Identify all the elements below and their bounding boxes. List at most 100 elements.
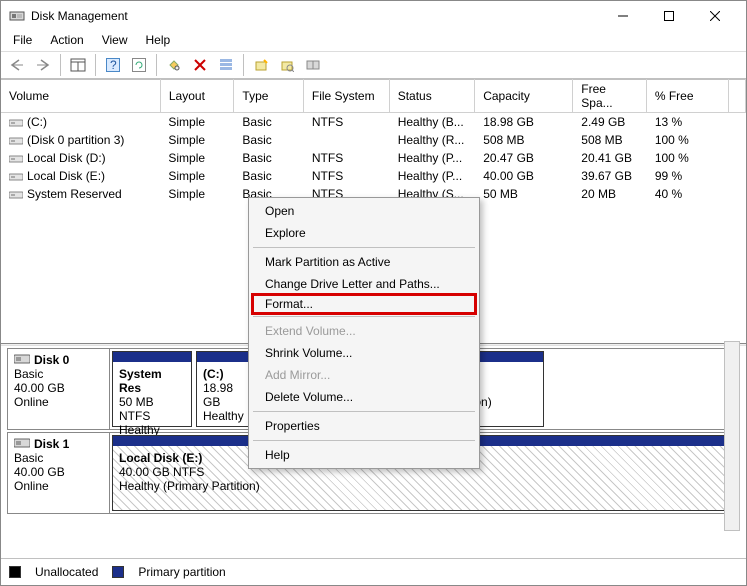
cell: Simple	[160, 185, 234, 203]
minimize-button[interactable]	[600, 1, 646, 31]
titlebar: Disk Management	[1, 1, 746, 31]
volume-icon	[9, 189, 23, 199]
menu-view[interactable]: View	[94, 31, 136, 51]
volume-name-label: System Reserved	[27, 187, 122, 201]
disk-type: Basic	[14, 367, 103, 381]
svg-text:?: ?	[110, 58, 117, 72]
context-menu: OpenExplore Mark Partition as ActiveChang…	[248, 197, 480, 469]
legend-primary-label: Primary partition	[138, 565, 225, 579]
column-header[interactable]: Capacity	[475, 80, 573, 113]
partition-box[interactable]: System Res50 MB NTFSHealthy (Sys	[112, 351, 192, 427]
column-header[interactable]: Volume	[1, 80, 160, 113]
volume-name-label: (Disk 0 partition 3)	[27, 133, 124, 147]
close-button[interactable]	[692, 1, 738, 31]
maximize-button[interactable]	[646, 1, 692, 31]
volume-row[interactable]: (C:)SimpleBasicNTFSHealthy (B...18.98 GB…	[1, 113, 746, 132]
disk-size: 40.00 GB	[14, 381, 103, 395]
volumes-table[interactable]: VolumeLayoutTypeFile SystemStatusCapacit…	[1, 79, 746, 203]
disk-label[interactable]: Disk 0Basic40.00 GBOnline	[8, 349, 110, 429]
column-header[interactable]: Layout	[160, 80, 234, 113]
cell: 20.41 GB	[573, 149, 647, 167]
volume-icon	[9, 171, 23, 181]
cell: Basic	[234, 113, 303, 132]
rescan-icon[interactable]	[275, 54, 299, 76]
volume-row[interactable]: Local Disk (D:)SimpleBasicNTFSHealthy (P…	[1, 149, 746, 167]
menu-divider	[253, 411, 475, 412]
unallocated-swatch	[9, 566, 21, 578]
menu-divider	[253, 440, 475, 441]
cell: 100 %	[646, 131, 728, 149]
help-icon[interactable]: ?	[101, 54, 125, 76]
disk-label[interactable]: Disk 1Basic40.00 GBOnline	[8, 433, 110, 513]
volume-row[interactable]: Local Disk (E:)SimpleBasicNTFSHealthy (P…	[1, 167, 746, 185]
cell: NTFS	[303, 149, 389, 167]
context-menu-item[interactable]: Delete Volume...	[251, 386, 477, 408]
volume-row[interactable]: (Disk 0 partition 3)SimpleBasicHealthy (…	[1, 131, 746, 149]
context-menu-item[interactable]: Properties	[251, 415, 477, 437]
cell: 40 %	[646, 185, 728, 203]
column-header[interactable]: File System	[303, 80, 389, 113]
context-menu-item-format[interactable]: Format...	[251, 293, 477, 315]
attach-vhd-icon[interactable]	[301, 54, 325, 76]
property-icon[interactable]	[162, 54, 186, 76]
column-header[interactable]: % Free	[646, 80, 728, 113]
partition-box[interactable]: (C:)18.98 GBHealthy	[196, 351, 256, 427]
cell: 39.67 GB	[573, 167, 647, 185]
forward-button[interactable]	[31, 54, 55, 76]
cell: Basic	[234, 149, 303, 167]
cell: NTFS	[303, 167, 389, 185]
window-title: Disk Management	[31, 9, 600, 23]
new-volume-icon[interactable]	[249, 54, 273, 76]
column-header[interactable]: Free Spa...	[573, 80, 647, 113]
cell: 13 %	[646, 113, 728, 132]
cell: 508 MB	[573, 131, 647, 149]
cell: Simple	[160, 131, 234, 149]
context-menu-item[interactable]: Help	[251, 444, 477, 466]
context-menu-item[interactable]: Mark Partition as Active	[251, 251, 477, 273]
cell: 18.98 GB	[475, 113, 573, 132]
disk-icon	[14, 353, 30, 367]
cell: 20 MB	[573, 185, 647, 203]
volume-icon	[9, 117, 23, 127]
refresh-icon[interactable]	[127, 54, 151, 76]
context-menu-item: Extend Volume...	[251, 320, 477, 342]
cell: 508 MB	[475, 131, 573, 149]
disk-icon	[14, 437, 30, 451]
menu-file[interactable]: File	[5, 31, 40, 51]
partition-status: Healthy (Primary Partition)	[119, 479, 730, 493]
cell: 20.47 GB	[475, 149, 573, 167]
legend-unallocated-label: Unallocated	[35, 565, 98, 579]
disk-mgmt-icon	[9, 8, 25, 24]
volume-icon	[9, 135, 23, 145]
volume-name-label: (C:)	[27, 115, 47, 129]
menu-divider	[253, 247, 475, 248]
delete-icon[interactable]	[188, 54, 212, 76]
cell: Simple	[160, 149, 234, 167]
menu-action[interactable]: Action	[42, 31, 91, 51]
context-menu-item[interactable]: Change Drive Letter and Paths...	[251, 273, 477, 295]
context-menu-item[interactable]: Open	[251, 200, 477, 222]
context-menu-item[interactable]: Explore	[251, 222, 477, 244]
partition-status: Healthy	[203, 409, 249, 423]
partition-label: (C:)	[203, 367, 249, 381]
separator	[95, 54, 96, 76]
vertical-scrollbar[interactable]	[724, 341, 740, 531]
menu-help[interactable]: Help	[138, 31, 179, 51]
separator	[156, 54, 157, 76]
cell: Basic	[234, 167, 303, 185]
cell: Simple	[160, 167, 234, 185]
volume-name-label: Local Disk (E:)	[27, 169, 105, 183]
column-header[interactable]: Status	[389, 80, 475, 113]
column-header[interactable]: Type	[234, 80, 303, 113]
cell: 99 %	[646, 167, 728, 185]
disk-size: 40.00 GB	[14, 465, 103, 479]
detail-pane-icon[interactable]	[66, 54, 90, 76]
back-button[interactable]	[5, 54, 29, 76]
separator	[243, 54, 244, 76]
primary-swatch	[112, 566, 124, 578]
context-menu-item[interactable]: Shrink Volume...	[251, 342, 477, 364]
cell: Basic	[234, 131, 303, 149]
menu-dropdown-icon[interactable]	[214, 54, 238, 76]
cell: 100 %	[646, 149, 728, 167]
disk-type: Basic	[14, 451, 103, 465]
